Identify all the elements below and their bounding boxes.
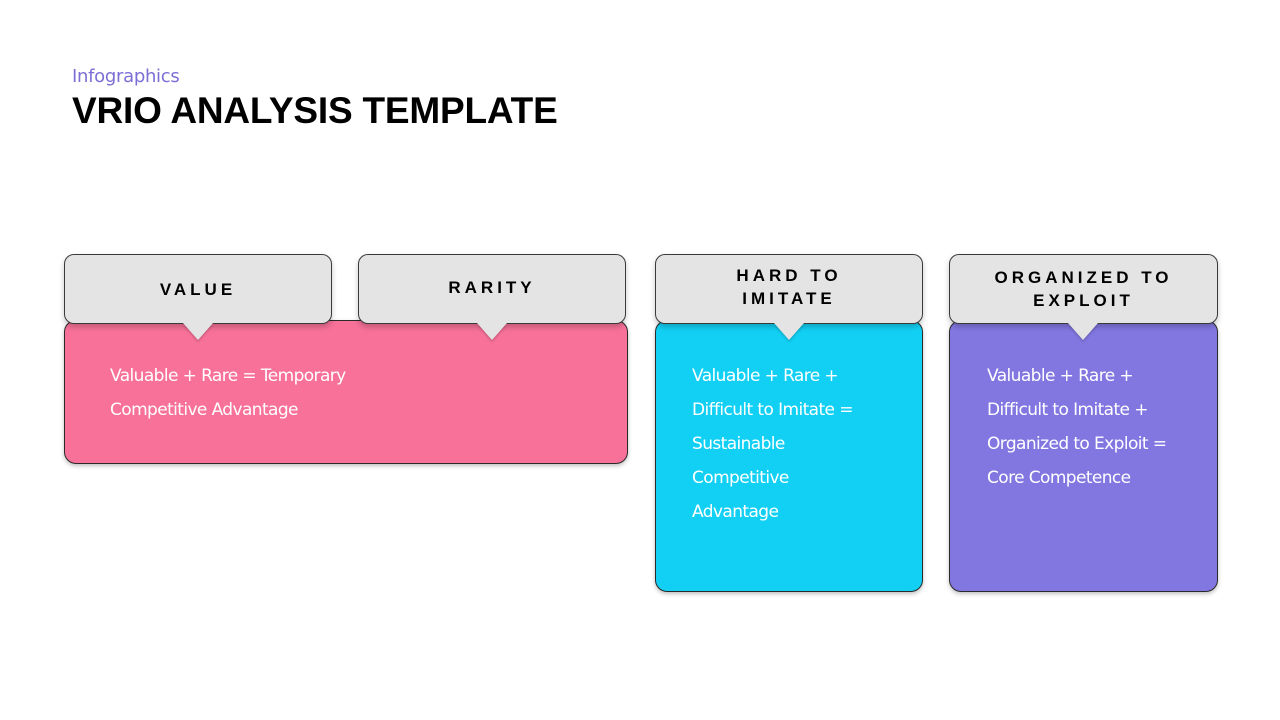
sustainable-advantage-box: Valuable + Rare + Difficult to Imitate =… xyxy=(655,320,923,592)
text-line: Difficult to Imitate + xyxy=(987,400,1148,420)
text-line: Valuable + Rare + xyxy=(692,366,839,386)
header-value-label: VALUE xyxy=(159,279,237,299)
header-organized-to-exploit-label: ORGANIZED TO EXPLOIT xyxy=(994,268,1173,310)
temporary-advantage-box: Valuable + Rare = Temporary Competitive … xyxy=(64,320,628,464)
text-line: Core Competence xyxy=(987,468,1131,488)
callout-pointer xyxy=(1068,323,1098,340)
header-organized-to-exploit: ORGANIZED TO EXPLOIT xyxy=(949,254,1218,340)
temporary-advantage-text: Valuable + Rare = Temporary Competitive … xyxy=(110,359,346,427)
text-line: Organized to Exploit = xyxy=(987,434,1167,454)
text-line: Valuable + Rare + xyxy=(987,366,1134,386)
text-line: Competitive Advantage xyxy=(110,400,298,420)
core-competence-text: Valuable + Rare + Difficult to Imitate +… xyxy=(987,359,1167,495)
callout-pointer xyxy=(183,323,213,340)
header-value: VALUE xyxy=(64,254,332,340)
slide-subtitle: Infographics xyxy=(72,66,180,87)
header-hard-to-imitate-label: HARD TO IMITATE xyxy=(736,266,842,308)
callout-pointer xyxy=(477,323,507,340)
text-line: Competitive xyxy=(692,468,789,488)
slide-title: VRIO ANALYSIS TEMPLATE xyxy=(72,90,558,131)
callout-pointer xyxy=(774,323,804,340)
text-line: Sustainable xyxy=(692,434,785,454)
header-hard-to-imitate: HARD TO IMITATE xyxy=(655,254,923,340)
text-line: Difficult to Imitate = xyxy=(692,400,853,420)
core-competence-box: Valuable + Rare + Difficult to Imitate +… xyxy=(949,320,1218,592)
header-rarity-label: RARITY xyxy=(448,277,536,297)
header-rarity: RARITY xyxy=(358,254,626,340)
sustainable-advantage-text: Valuable + Rare + Difficult to Imitate =… xyxy=(692,359,853,529)
text-line: Advantage xyxy=(692,502,779,522)
text-line: Valuable + Rare = Temporary xyxy=(110,366,346,386)
